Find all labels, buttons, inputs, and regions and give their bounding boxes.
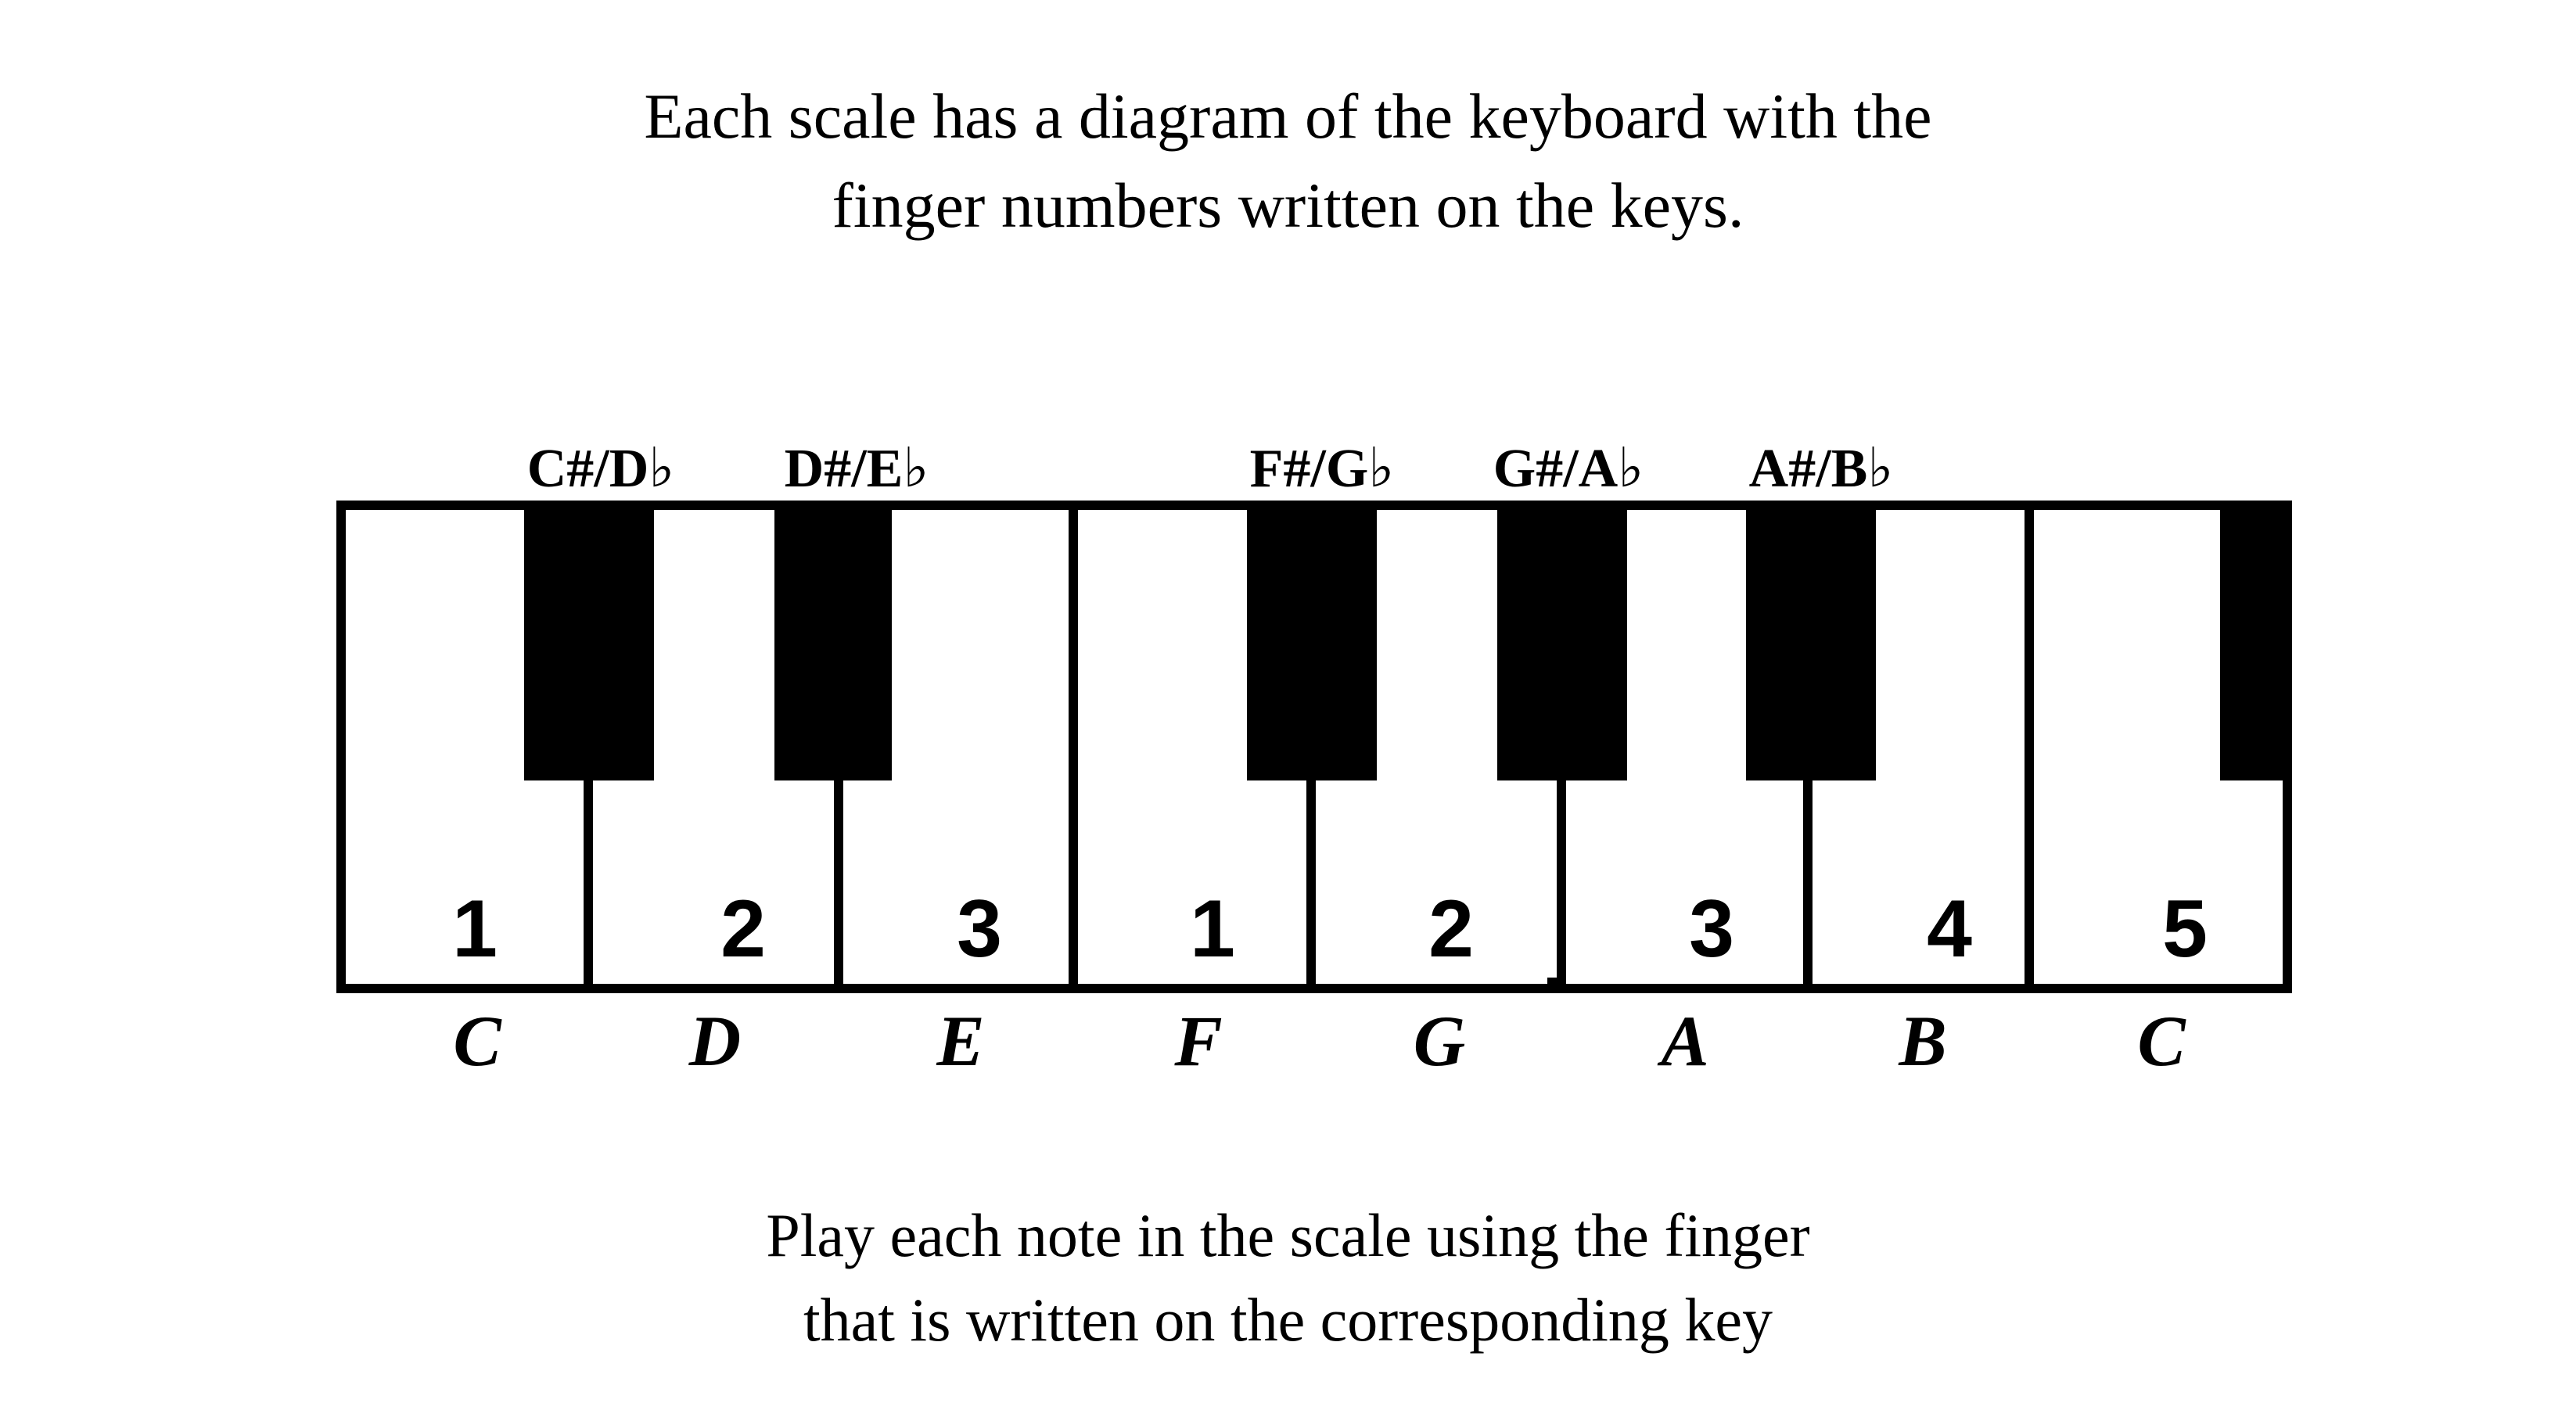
- caption-bottom-line-2: that is written on the corresponding key: [803, 1286, 1773, 1354]
- note-name-d: D: [688, 1001, 742, 1081]
- black-key-c-sharp-partial[interactable]: [2220, 505, 2287, 780]
- note-name-c-high: C: [2137, 1001, 2186, 1081]
- finger-number-g: 2: [1428, 884, 1474, 974]
- black-key-label-f-sharp: F#/G♭: [1249, 439, 1395, 499]
- finger-number-a: 3: [1689, 884, 1734, 974]
- finger-number-d: 2: [720, 884, 766, 974]
- caption-top: Each scale has a diagram of the keyboard…: [0, 72, 2576, 250]
- note-name-f: F: [1174, 1001, 1223, 1081]
- black-key-d-sharp[interactable]: [774, 505, 892, 780]
- finger-number-b: 4: [1927, 884, 1972, 974]
- caption-top-line-2: finger numbers written on the keys.: [832, 170, 1744, 241]
- note-name-b: B: [1899, 1001, 1947, 1081]
- black-key-label-c-sharp: C#/D♭: [526, 439, 675, 499]
- note-name-c: C: [453, 1001, 501, 1081]
- black-key-f-sharp[interactable]: [1247, 505, 1377, 780]
- finger-number-e: 3: [957, 884, 1002, 974]
- piano-keyboard: [336, 501, 2292, 993]
- note-name-a: A: [1661, 1001, 1709, 1081]
- black-key-a-sharp[interactable]: [1746, 505, 1876, 780]
- finger-number-c: 1: [452, 884, 498, 974]
- black-key-c-sharp[interactable]: [524, 505, 654, 780]
- note-name-e: E: [936, 1001, 985, 1081]
- black-key-label-g-sharp: G#/A♭: [1493, 439, 1644, 499]
- note-name-g: G: [1413, 1001, 1466, 1081]
- black-key-g-sharp[interactable]: [1497, 505, 1627, 780]
- black-key-label-a-sharp: A#/B♭: [1748, 439, 1894, 499]
- caption-bottom: Play each note in the scale using the fi…: [0, 1193, 2576, 1362]
- divider-tick: [1547, 978, 1558, 989]
- caption-top-line-1: Each scale has a diagram of the keyboard…: [644, 81, 1932, 152]
- finger-number-c-high: 5: [2162, 884, 2208, 974]
- black-key-label-d-sharp: D#/E♭: [784, 439, 929, 499]
- finger-number-f: 1: [1190, 884, 1235, 974]
- white-key-divider: [2025, 505, 2034, 989]
- caption-bottom-line-1: Play each note in the scale using the fi…: [766, 1201, 1810, 1269]
- white-key-divider: [1069, 505, 1078, 989]
